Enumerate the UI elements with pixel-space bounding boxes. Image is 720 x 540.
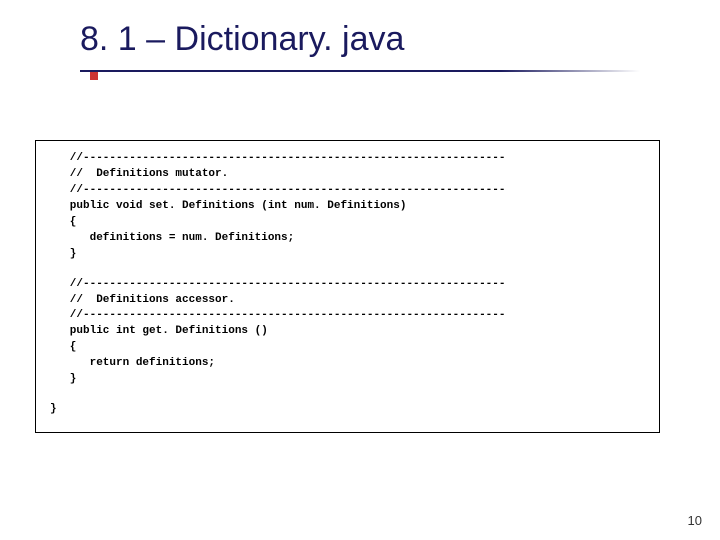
code-container: //--------------------------------------… <box>35 140 660 433</box>
code-closing-brace: } <box>50 402 645 418</box>
code-block-accessor: //--------------------------------------… <box>50 277 645 389</box>
title-accent-marker <box>90 72 98 80</box>
code-block-mutator: //--------------------------------------… <box>50 151 645 263</box>
page-number: 10 <box>688 513 702 528</box>
title-underline <box>80 70 640 72</box>
slide-title: 8. 1 – Dictionary. java <box>80 20 404 59</box>
